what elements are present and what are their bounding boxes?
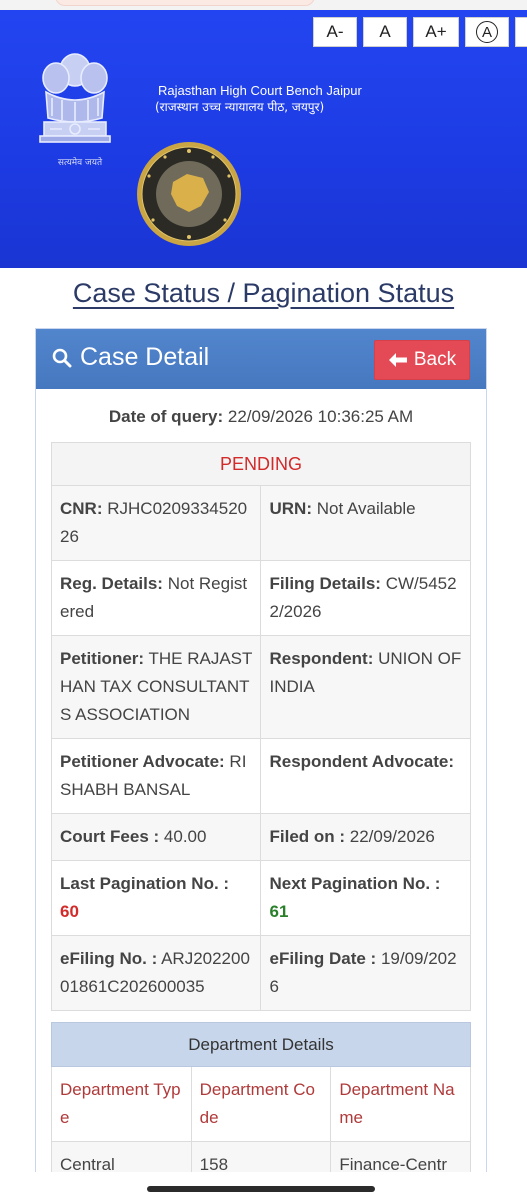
court-fees-cell: Court Fees : 40.00 — [50, 813, 262, 861]
arrow-left-icon — [388, 353, 407, 367]
table-row: Petitioner Advocate: RISHABH BANSAL Resp… — [50, 738, 471, 814]
national-emblem-icon — [39, 53, 111, 143]
column-header: Department Type — [51, 1066, 192, 1142]
page-title: Case Status / Pagination Status — [72, 278, 455, 308]
date-of-query: Date of query: 22/09/2026 10:36:25 AM — [36, 407, 486, 427]
high-court-seal-icon — [137, 142, 241, 246]
emblem-motto: सत्यमेव जयते — [57, 158, 103, 168]
back-button-label: Back — [413, 349, 457, 370]
browser-top-strip — [0, 0, 527, 10]
increase-font-button[interactable]: A+ — [413, 17, 459, 47]
date-of-query-value: 22/09/2026 10:36:25 AM — [227, 407, 414, 426]
department-details-title: Department Details — [51, 1022, 471, 1067]
case-detail-panel: Case Detail Back Date of query: 22/09/20… — [35, 328, 487, 1200]
contrast-icon: A — [476, 21, 498, 43]
status-row: PENDING — [51, 442, 471, 486]
table-row: Petitioner: THE RAJASTHAN TAX CONSULTANT… — [50, 635, 471, 739]
urn-cell: URN: Not Available — [260, 485, 471, 561]
efiling-date-cell: eFiling Date : 19/09/2026 — [260, 935, 471, 1011]
search-icon — [52, 348, 72, 367]
petitioner-cell: Petitioner: THE RAJASTHAN TAX CONSULTANT… — [50, 635, 262, 739]
court-name: Rajasthan High Court Bench Jaipur — [158, 83, 362, 98]
department-column-headers: Department Type Department Code Departme… — [51, 1066, 471, 1142]
filed-on-cell: Filed on : 22/09/2026 — [260, 813, 471, 861]
last-pagination-cell: Last Pagination No. :60 — [50, 860, 262, 936]
department-details-table: Department Details Department Type Depar… — [51, 1022, 471, 1189]
column-header: Department Name — [330, 1066, 471, 1142]
reg-details-cell: Reg. Details: Not Registered — [50, 560, 262, 636]
respondent-cell: Respondent: UNION OF INDIA — [260, 635, 471, 739]
back-button[interactable]: Back — [374, 340, 470, 380]
panel-title-text: Case Detail — [80, 343, 210, 371]
respondent-advocate-cell: Respondent Advocate: — [260, 738, 471, 814]
table-row: eFiling No. : ARJ20220001861C202600035 e… — [50, 935, 471, 1011]
next-pagination-cell: Next Pagination No. :61 — [260, 860, 471, 936]
normal-font-button[interactable]: A — [363, 17, 407, 47]
extra-control-button[interactable] — [515, 17, 527, 47]
high-contrast-button[interactable]: A — [465, 17, 509, 47]
petitioner-advocate-cell: Petitioner Advocate: RISHABH BANSAL — [50, 738, 262, 814]
table-row: CNR: RJHC020933452026 URN: Not Available — [50, 485, 471, 561]
cnr-cell: CNR: RJHC020933452026 — [50, 485, 262, 561]
filing-details-cell: Filing Details: CW/54522/2026 — [260, 560, 471, 636]
panel-title: Case Detail — [52, 343, 209, 372]
site-header: A- A A+ A सत्यमेव जयते Rajasthan High Co… — [0, 0, 527, 268]
table-row: Court Fees : 40.00 Filed on : 22/09/2026 — [50, 813, 471, 861]
table-row: Reg. Details: Not Registered Filing Deta… — [50, 560, 471, 636]
table-row: Last Pagination No. :60 Next Pagination … — [50, 860, 471, 936]
home-indicator[interactable] — [147, 1186, 375, 1192]
case-status-badge: PENDING — [51, 442, 471, 486]
panel-header: Case Detail Back — [36, 329, 486, 389]
column-header: Department Code — [190, 1066, 332, 1142]
case-details-table: PENDING CNR: RJHC020933452026 URN: Not A… — [50, 442, 471, 1011]
efiling-no-cell: eFiling No. : ARJ20220001861C202600035 — [50, 935, 262, 1011]
court-name-hindi: (राजस्थान उच्च न्यायालय पीठ, जयपुर) — [155, 100, 325, 114]
font-size-controls: A- A A+ A — [313, 17, 527, 47]
decrease-font-button[interactable]: A- — [313, 17, 357, 47]
date-of-query-label: Date of query: — [108, 407, 224, 426]
